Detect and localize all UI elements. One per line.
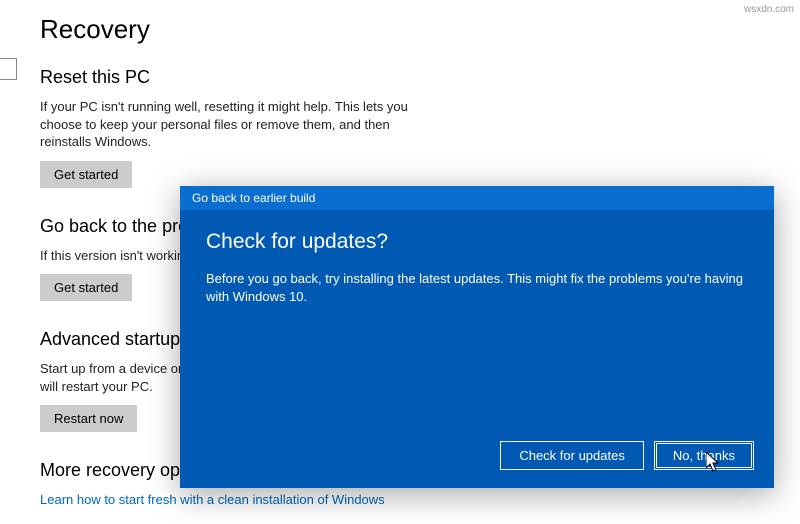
left-tab-stub xyxy=(0,58,17,80)
reset-get-started-button[interactable]: Get started xyxy=(40,161,132,188)
reset-heading: Reset this PC xyxy=(40,67,440,88)
dialog-body: Check for updates? Before you go back, t… xyxy=(180,210,774,441)
section-reset-pc: Reset this PC If your PC isn't running w… xyxy=(40,67,440,188)
restart-now-button[interactable]: Restart now xyxy=(40,405,137,432)
goback-get-started-button[interactable]: Get started xyxy=(40,274,132,301)
dialog-titlebar: Go back to earlier build xyxy=(180,186,774,210)
clean-install-link[interactable]: Learn how to start fresh with a clean in… xyxy=(40,492,385,507)
dialog-footer: Check for updates No, thanks xyxy=(180,441,774,488)
page-title: Recovery xyxy=(40,14,800,45)
no-thanks-button[interactable]: No, thanks xyxy=(654,441,754,470)
go-back-dialog: Go back to earlier build Check for updat… xyxy=(180,186,774,488)
check-for-updates-button[interactable]: Check for updates xyxy=(500,441,644,470)
reset-body: If your PC isn't running well, resetting… xyxy=(40,98,440,151)
watermark: wsxdn.com xyxy=(744,4,794,15)
dialog-heading: Check for updates? xyxy=(206,230,748,254)
dialog-text: Before you go back, try installing the l… xyxy=(206,270,748,306)
